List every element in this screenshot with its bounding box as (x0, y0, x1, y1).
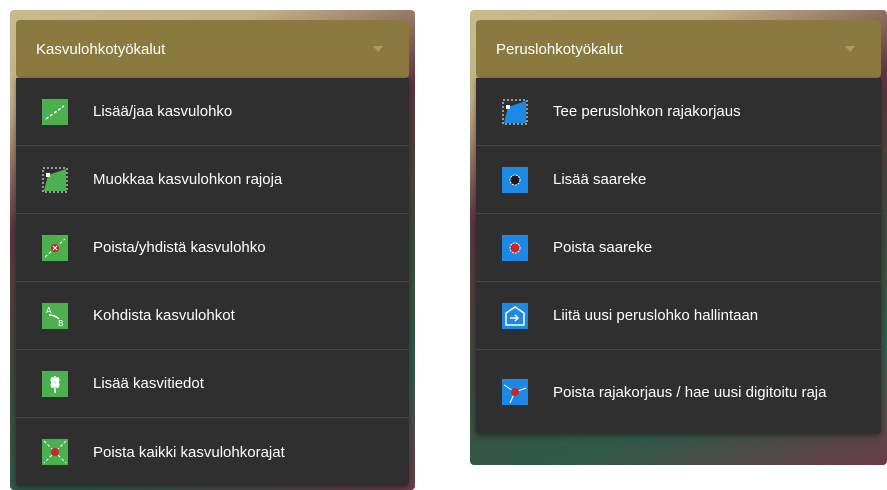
menu-item-label: Poista rajakorjaus / hae uusi digitoitu … (553, 383, 827, 401)
menu-item-label: Muokkaa kasvulohkon rajoja (93, 171, 283, 188)
crop-info-icon (42, 370, 68, 397)
dropdown-title: Peruslohkotyökalut (496, 40, 623, 58)
peruslohko-tools-panel: Peruslohkotyökalut Tee peruslohkon rajak… (470, 10, 887, 465)
menu-item-label: Poista kaikki kasvulohkorajat (93, 443, 285, 461)
menu-item-label: Tee peruslohkon rajakorjaus (553, 103, 741, 120)
menu-item-remove-correction[interactable]: Poista rajakorjaus / hae uusi digitoitu … (476, 350, 881, 434)
split-parcel-icon (42, 98, 68, 125)
peruslohko-tools-menu: Tee peruslohkon rajakorjaus Lisää saarek… (476, 78, 881, 434)
edit-boundary-icon (42, 166, 68, 193)
kasvulohko-tools-dropdown[interactable]: Kasvulohkotyökalut (16, 20, 409, 78)
remove-island-icon (502, 234, 528, 261)
attach-parcel-icon (502, 302, 528, 329)
menu-item-label: Poista saareke (553, 239, 653, 256)
menu-item-label: Liitä uusi peruslohko hallintaan (553, 307, 759, 324)
boundary-correction-icon (502, 98, 528, 125)
delete-merge-parcel-icon (42, 234, 68, 261)
menu-item-attach-parcel[interactable]: Liitä uusi peruslohko hallintaan (476, 282, 881, 350)
menu-item-delete-merge[interactable]: Poista/yhdistä kasvulohko (16, 214, 409, 282)
kasvulohko-tools-panel: Kasvulohkotyökalut Lisää/jaa kasvulohko … (10, 10, 415, 490)
menu-item-label: Lisää saareke (553, 171, 647, 188)
delete-all-boundaries-icon (42, 439, 68, 465)
menu-item-label: Kohdista kasvulohkot (93, 307, 235, 324)
menu-item-label: Poista/yhdistä kasvulohko (93, 239, 266, 256)
menu-item-label: Lisää kasvitiedot (93, 375, 204, 392)
svg-text:B: B (58, 319, 64, 328)
menu-item-crop-info[interactable]: Lisää kasvitiedot (16, 350, 409, 418)
chevron-down-icon (373, 46, 383, 52)
svg-text:A: A (46, 306, 52, 315)
peruslohko-tools-dropdown[interactable]: Peruslohkotyökalut (476, 20, 881, 78)
menu-item-label: Lisää/jaa kasvulohko (93, 103, 233, 120)
menu-item-align-parcels[interactable]: AB Kohdista kasvulohkot (16, 282, 409, 350)
menu-item-delete-all-boundaries[interactable]: Poista kaikki kasvulohkorajat (16, 418, 409, 486)
remove-correction-icon (502, 379, 528, 405)
menu-item-split-parcel[interactable]: Lisää/jaa kasvulohko (16, 78, 409, 146)
kasvulohko-tools-menu: Lisää/jaa kasvulohko Muokkaa kasvulohkon… (16, 78, 409, 486)
menu-item-remove-island[interactable]: Poista saareke (476, 214, 881, 282)
menu-item-add-island[interactable]: Lisää saareke (476, 146, 881, 214)
menu-item-edit-boundary[interactable]: Muokkaa kasvulohkon rajoja (16, 146, 409, 214)
add-island-icon (502, 166, 528, 193)
align-parcels-icon: AB (42, 302, 68, 329)
chevron-down-icon (845, 46, 855, 52)
dropdown-title: Kasvulohkotyökalut (36, 40, 166, 58)
menu-item-boundary-correction[interactable]: Tee peruslohkon rajakorjaus (476, 78, 881, 146)
